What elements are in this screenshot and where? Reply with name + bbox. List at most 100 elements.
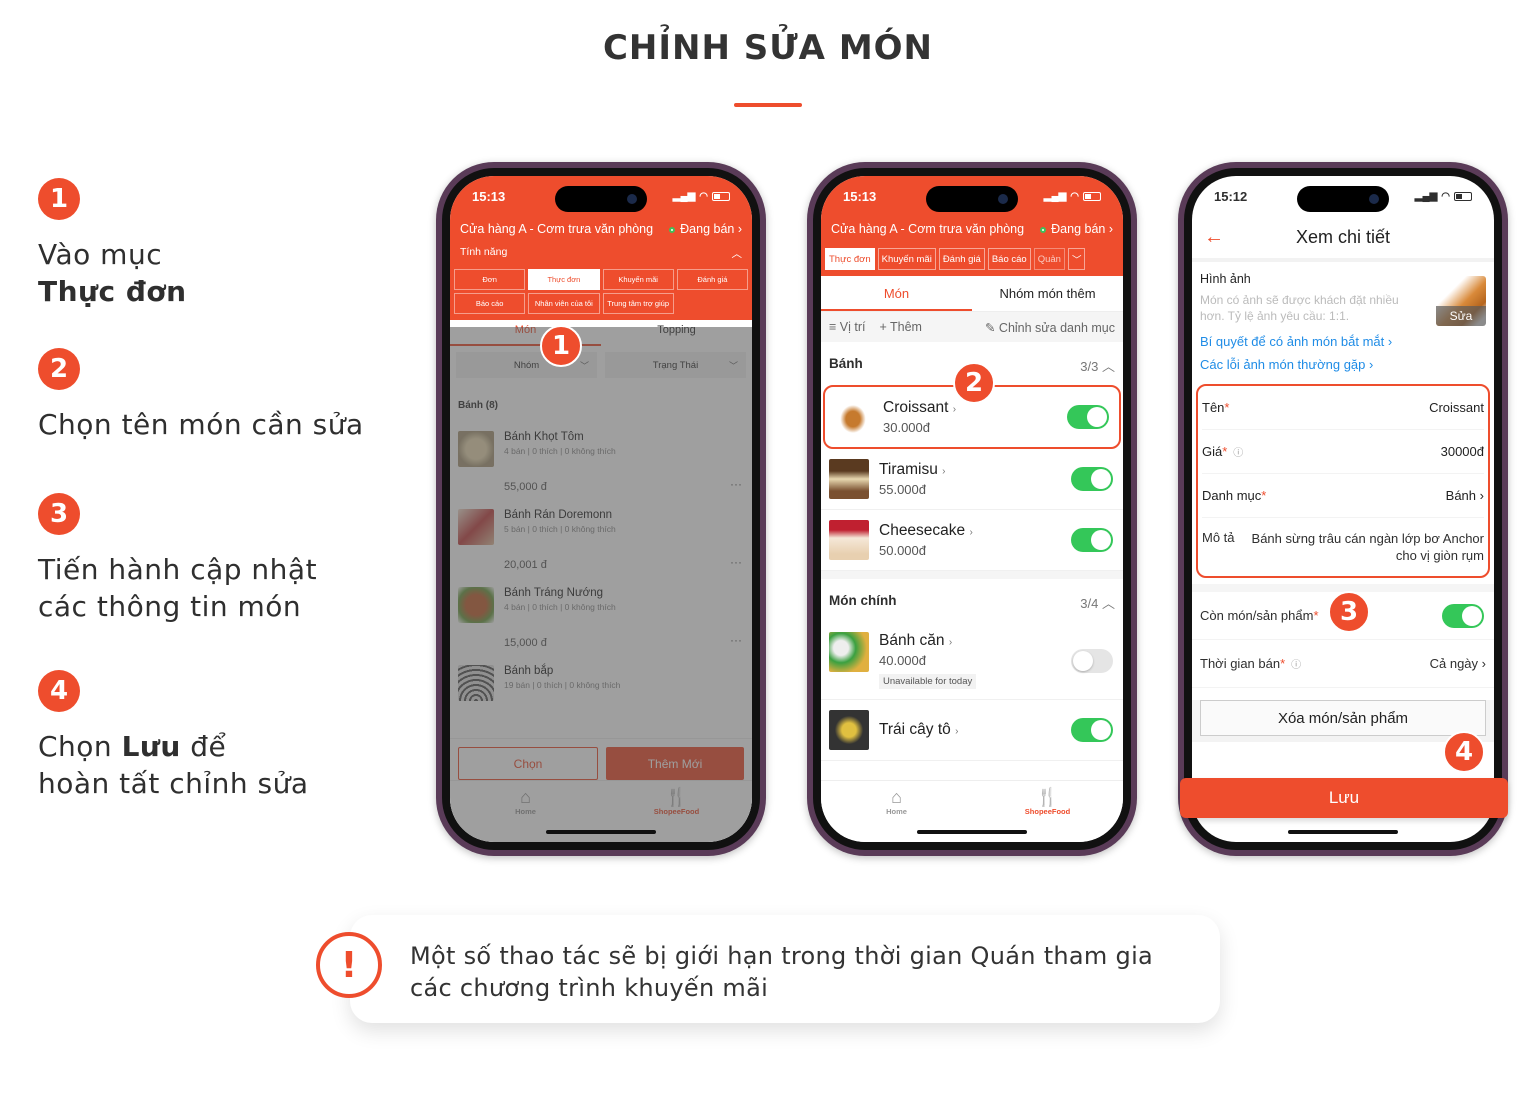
tab-topping[interactable]: Topping (601, 320, 752, 346)
feature-tabs: Thực đơn Khuyến mãi Đánh giá Báo cáo Quả… (821, 242, 1123, 276)
step-badge-3: 3 (1328, 591, 1370, 633)
delete-item-button[interactable]: Xóa món/sản phẩm (1200, 700, 1486, 736)
category-field[interactable]: Danh mục* Bánh › (1202, 474, 1484, 518)
category-header[interactable]: Món chính 3/4 ︿ (821, 579, 1123, 622)
step-text: các thông tin món (38, 590, 302, 623)
feature-help-center[interactable]: Trung tâm trợ giúp (602, 293, 674, 314)
food-thumbnail (458, 587, 494, 623)
list-item[interactable]: Bánh bắp 19 bán | 0 thích | 0 không thích (450, 655, 752, 707)
food-thumbnail (829, 520, 869, 560)
list-item[interactable]: Trái cây tô › (821, 700, 1123, 761)
home-icon: ⌂ (520, 787, 531, 807)
tab-menu[interactable]: Thực đơn (825, 248, 875, 270)
wifi-icon: ◠ (1070, 190, 1079, 202)
help-icon[interactable]: ⓘ (1233, 448, 1243, 459)
chevron-right-icon: › (1479, 488, 1484, 503)
feature-promotions[interactable]: Khuyến mãi (602, 269, 674, 290)
step-badge-4: 4 (1443, 731, 1485, 773)
step-1: 1 Vào mục Thực đơn (38, 178, 187, 310)
battery-icon (712, 191, 730, 201)
help-icon[interactable]: ⓘ (1291, 660, 1301, 671)
store-status[interactable]: Đang bán › (1040, 222, 1113, 236)
in-stock-toggle[interactable] (1442, 603, 1484, 628)
step-text: Vào mục (38, 238, 163, 271)
tab-promotions[interactable]: Khuyến mãi (877, 248, 936, 270)
list-item[interactable]: Bánh căn › 40.000đ Unavailable for today (821, 622, 1123, 700)
store-name[interactable]: Cửa hàng A - Cơm trưa văn phòng (831, 222, 1024, 236)
chevron-up-icon[interactable]: ︿ (732, 246, 743, 261)
alert-icon: ! (316, 932, 382, 998)
menu-toolbar: ≡ Vị trí + Thêm ✎ Chỉnh sửa danh mục (821, 312, 1123, 342)
availability-toggle[interactable] (1071, 467, 1113, 491)
more-icon[interactable]: ··· (730, 477, 742, 491)
note-line: Một số thao tác sẽ bị giới hạn trong thờ… (410, 942, 1154, 970)
edit-category-button[interactable]: ✎ Chỉnh sửa danh mục (985, 320, 1115, 335)
item-name: Croissant (883, 399, 949, 416)
reorder-button[interactable]: ≡ Vị trí (829, 320, 865, 334)
feature-menu[interactable]: Thực đơn (528, 269, 600, 290)
step-number: 3 (38, 493, 80, 535)
select-button[interactable]: Chọn (458, 747, 598, 780)
step-text: để (180, 730, 227, 763)
add-new-button[interactable]: Thêm Mới (606, 747, 744, 780)
dynamic-island (926, 186, 1018, 212)
step-text: hoàn tất chỉnh sửa (38, 767, 309, 800)
feature-reviews[interactable]: Đánh giá (676, 269, 748, 290)
item-name: Bánh căn (879, 632, 945, 649)
tab-reports[interactable]: Báo cáo (987, 248, 1031, 270)
subtab-items[interactable]: Món (821, 276, 972, 311)
status-icons: ▂▄▆ ◠ (1415, 191, 1472, 202)
more-icon[interactable]: ··· (730, 555, 742, 569)
name-field[interactable]: Tên* Croissant (1202, 386, 1484, 430)
step-number: 4 (38, 670, 80, 712)
status-filter[interactable]: Trạng Thái ﹀ (605, 352, 746, 378)
list-item[interactable]: Bánh Rán Doremonn 5 bán | 0 thích | 0 khô… (450, 499, 752, 577)
item-price: 20,001 đ (504, 559, 547, 571)
image-description: Món có ảnh sẽ được khách đặt nhiều hơn. … (1200, 293, 1399, 323)
signal-icon: ▂▄▆ (1043, 190, 1067, 202)
more-icon[interactable]: ··· (730, 633, 742, 647)
chevron-down-icon: ﹀ (728, 360, 738, 371)
category-value: Bánh (1445, 488, 1477, 503)
store-name[interactable]: Cửa hàng A - Cơm trưa văn phòng (460, 222, 653, 236)
photo-errors-link[interactable]: Các lỗi ảnh món thường gặp › (1192, 353, 1494, 376)
item-meta: 4 bán | 0 thích | 0 không thích (504, 602, 616, 612)
availability-toggle[interactable] (1071, 648, 1113, 673)
fork-spoon-icon: 🍴 (1036, 787, 1059, 807)
photo-tips-link[interactable]: Bí quyết để có ảnh món bắt mắt › (1192, 330, 1494, 353)
sale-time-field[interactable]: Thời gian bán* ⓘ Cả ngày › (1192, 640, 1494, 688)
item-tabs: Món Topping (450, 320, 752, 346)
step-text: Chọn (38, 730, 122, 763)
price-field[interactable]: Giá* ⓘ 30000đ (1202, 430, 1484, 474)
step-badge-1: 1 (540, 325, 582, 367)
list-item[interactable]: Cheesecake › 50.000đ (821, 510, 1123, 571)
step-number: 1 (38, 178, 80, 220)
save-button[interactable]: Lưu (1180, 778, 1508, 818)
availability-toggle[interactable] (1071, 718, 1113, 742)
feature-staff[interactable]: Nhân viên của tôi (528, 293, 600, 314)
add-button[interactable]: + Thêm (879, 320, 922, 334)
list-item[interactable]: Tiramisu › 55.000đ (821, 449, 1123, 510)
store-status[interactable]: Đang bán › (669, 222, 742, 236)
feature-reports[interactable]: Báo cáo (454, 293, 526, 314)
feature-orders[interactable]: Đơn (454, 269, 526, 290)
list-item[interactable]: Bánh Khọt Tôm 4 bán | 0 thích | 0 không t… (450, 421, 752, 499)
list-item[interactable]: Bánh Tráng Nướng 4 bán | 0 thích | 0 khôn… (450, 577, 752, 655)
tab-manage[interactable]: Quản (1033, 248, 1065, 270)
page-title: CHỈNH SỬA MÓN (602, 28, 934, 68)
tab-reviews[interactable]: Đánh giá (938, 248, 985, 270)
item-price: 30.000đ (883, 420, 930, 435)
description-field[interactable]: Mô tả Bánh sừng trâu cán ngàn lớp bơ Anch… (1202, 518, 1484, 576)
item-price: 55.000đ (879, 482, 926, 497)
availability-toggle[interactable] (1067, 405, 1109, 429)
dynamic-island (1297, 186, 1389, 212)
food-thumbnail (458, 665, 494, 701)
item-info-form: Tên* Croissant Giá* ⓘ 30000đ Danh mục* Bánh … (1196, 384, 1490, 578)
step-4: 4 Chọn Lưu để hoàn tất chỉnh sửa (38, 670, 309, 802)
subtab-addon-groups[interactable]: Nhóm món thêm (972, 276, 1123, 311)
edit-image-button[interactable]: Sửa (1436, 306, 1486, 326)
item-image[interactable]: Sửa (1436, 276, 1486, 326)
expand-tabs-chevron-icon[interactable]: ﹀ (1067, 248, 1086, 270)
availability-toggle[interactable] (1071, 528, 1113, 552)
step-text: Chọn tên món cần sửa (38, 408, 364, 441)
